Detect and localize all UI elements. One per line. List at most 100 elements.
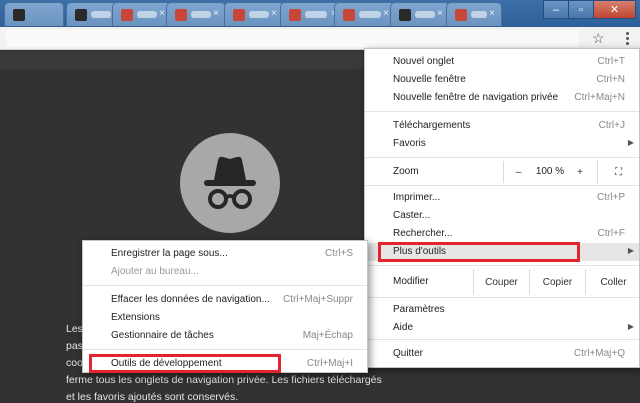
tab-favicon-icon — [121, 9, 133, 21]
menu-item-shortcut: Ctrl+P — [596, 192, 625, 203]
tab[interactable]: × — [224, 2, 284, 26]
menu-item-label: Quitter — [393, 348, 424, 359]
tab[interactable]: × — [390, 2, 450, 26]
tab-close-icon[interactable]: × — [213, 8, 219, 19]
menu-item-label: Rechercher... — [393, 228, 453, 239]
incognito-icon — [180, 133, 280, 233]
menu-item-save-page[interactable]: Enregistrer la page sous... Ctrl+S — [83, 245, 367, 263]
tab-title — [471, 11, 487, 18]
menu-item-label: Effacer les données de navigation... — [111, 294, 270, 305]
incognito-text: ferme tous les onglets de navigation pri… — [66, 374, 382, 386]
cut-button[interactable]: Couper — [473, 269, 529, 295]
menu-item-shortcut: Ctrl+Maj+N — [574, 92, 625, 103]
tab-favicon-icon — [343, 9, 355, 21]
tab-title — [249, 11, 269, 18]
tab-title — [305, 11, 327, 18]
toolbar: ☆ — [0, 27, 640, 50]
menu-item-label: Aide — [393, 322, 414, 333]
menu-separator — [365, 265, 639, 266]
tab-title — [191, 11, 211, 18]
paste-button[interactable]: Coller — [585, 269, 640, 295]
close-window-button[interactable]: ✕ — [593, 0, 636, 19]
tab-title — [137, 11, 157, 18]
incognito-text: et les favoris ajoutés sont conservés. — [66, 391, 239, 403]
tab[interactable] — [4, 2, 64, 26]
menu-item-shortcut: Ctrl+Maj+I — [306, 358, 353, 369]
tab-close-icon[interactable]: × — [437, 8, 443, 19]
menu-item-find[interactable]: Rechercher... Ctrl+F — [365, 225, 639, 243]
menu-separator — [365, 111, 639, 112]
zoom-in-button[interactable]: + — [565, 161, 595, 183]
zoom-out-button[interactable]: – — [503, 161, 533, 183]
menu-kebab-icon[interactable] — [622, 30, 632, 46]
menu-separator — [83, 349, 367, 350]
menu-item-label: Extensions — [111, 312, 160, 323]
menu-item-settings[interactable]: Paramètres — [365, 301, 639, 319]
maximize-button[interactable]: ▫ — [568, 0, 594, 19]
menu-item-bookmarks[interactable]: Favoris ▶ — [365, 135, 639, 153]
menu-item-extensions[interactable]: Extensions — [83, 309, 367, 327]
menu-item-task-manager[interactable]: Gestionnaire de tâches Maj+Échap — [83, 327, 367, 345]
tab-close-icon[interactable]: × — [489, 8, 495, 19]
address-bar[interactable] — [6, 30, 578, 47]
menu-separator — [365, 157, 639, 158]
tab[interactable]: × — [334, 2, 396, 26]
menu-item-zoom: Zoom – 100 % + ⛶ — [365, 161, 639, 183]
incognito-text: Les — [66, 323, 83, 335]
bookmark-star-icon[interactable]: ☆ — [592, 30, 605, 46]
submenu-arrow-icon: ▶ — [627, 322, 634, 331]
menu-item-print[interactable]: Imprimer... Ctrl+P — [365, 189, 639, 207]
menu-item-new-window[interactable]: Nouvelle fenêtre Ctrl+N — [365, 71, 639, 89]
menu-item-label: Caster... — [393, 210, 431, 221]
title-bar: × × × × × × × × – ▫ ✕ — [0, 0, 640, 27]
tab-favicon-icon — [289, 9, 301, 21]
menu-item-label: Téléchargements — [393, 120, 471, 131]
menu-item-new-tab[interactable]: Nouvel onglet Ctrl+T — [365, 53, 639, 71]
menu-item-label: Imprimer... — [393, 192, 441, 203]
tab-close-icon[interactable]: × — [383, 8, 389, 19]
menu-item-label: Paramètres — [393, 304, 445, 315]
highlight-box — [378, 242, 580, 262]
menu-item-label: Ajouter au bureau... — [111, 266, 199, 277]
menu-separator — [365, 297, 639, 298]
menu-item-shortcut: Ctrl+Maj+Suppr — [282, 294, 353, 305]
menu-item-label: Nouvelle fenêtre de navigation privée — [393, 92, 559, 103]
incognito-text: coo — [66, 357, 83, 369]
tab-close-icon[interactable]: × — [159, 8, 165, 19]
menu-item-downloads[interactable]: Téléchargements Ctrl+J — [365, 117, 639, 135]
copy-button[interactable]: Copier — [529, 269, 585, 295]
menu-item-new-private-window[interactable]: Nouvelle fenêtre de navigation privée Ct… — [365, 89, 639, 107]
incognito-text: pas — [66, 340, 83, 352]
menu-item-shortcut: Ctrl+S — [324, 248, 353, 259]
menu-item-label: Zoom — [393, 166, 419, 177]
tab-title — [359, 11, 381, 18]
more-tools-submenu: Enregistrer la page sous... Ctrl+S Ajout… — [82, 240, 368, 373]
menu-item-cast[interactable]: Caster... — [365, 207, 639, 225]
menu-item-shortcut: Ctrl+N — [596, 74, 625, 85]
chrome-main-menu: Nouvel onglet Ctrl+T Nouvelle fenêtre Ct… — [364, 48, 640, 368]
menu-item-shortcut: Ctrl+F — [597, 228, 626, 239]
menu-item-quit[interactable]: Quitter Ctrl+Maj+Q — [365, 345, 639, 363]
menu-item-add-to-desktop: Ajouter au bureau... — [83, 263, 367, 281]
tab-title — [91, 11, 111, 18]
window-controls: – ▫ ✕ — [543, 0, 636, 19]
menu-item-help[interactable]: Aide ▶ — [365, 319, 639, 337]
submenu-arrow-icon: ▶ — [627, 246, 634, 255]
tab-favicon-icon — [233, 9, 245, 21]
tab-close-icon[interactable]: × — [271, 8, 277, 19]
menu-item-clear-browsing-data[interactable]: Effacer les données de navigation... Ctr… — [83, 291, 367, 309]
submenu-arrow-icon: ▶ — [627, 138, 634, 147]
minimize-button[interactable]: – — [543, 0, 569, 19]
menu-item-label: Enregistrer la page sous... — [111, 248, 228, 259]
tab[interactable]: × — [446, 2, 502, 26]
menu-item-label: Favoris — [393, 138, 426, 149]
menu-separator — [365, 339, 639, 340]
tab[interactable]: × — [166, 2, 226, 26]
tab[interactable]: × — [112, 2, 172, 26]
menu-item-label: Gestionnaire de tâches — [111, 330, 214, 341]
tab-favicon-icon — [75, 9, 87, 21]
highlight-box — [89, 354, 281, 373]
tab-favicon-icon — [13, 9, 25, 21]
menu-separator — [83, 285, 367, 286]
fullscreen-icon[interactable]: ⛶ — [597, 161, 639, 183]
